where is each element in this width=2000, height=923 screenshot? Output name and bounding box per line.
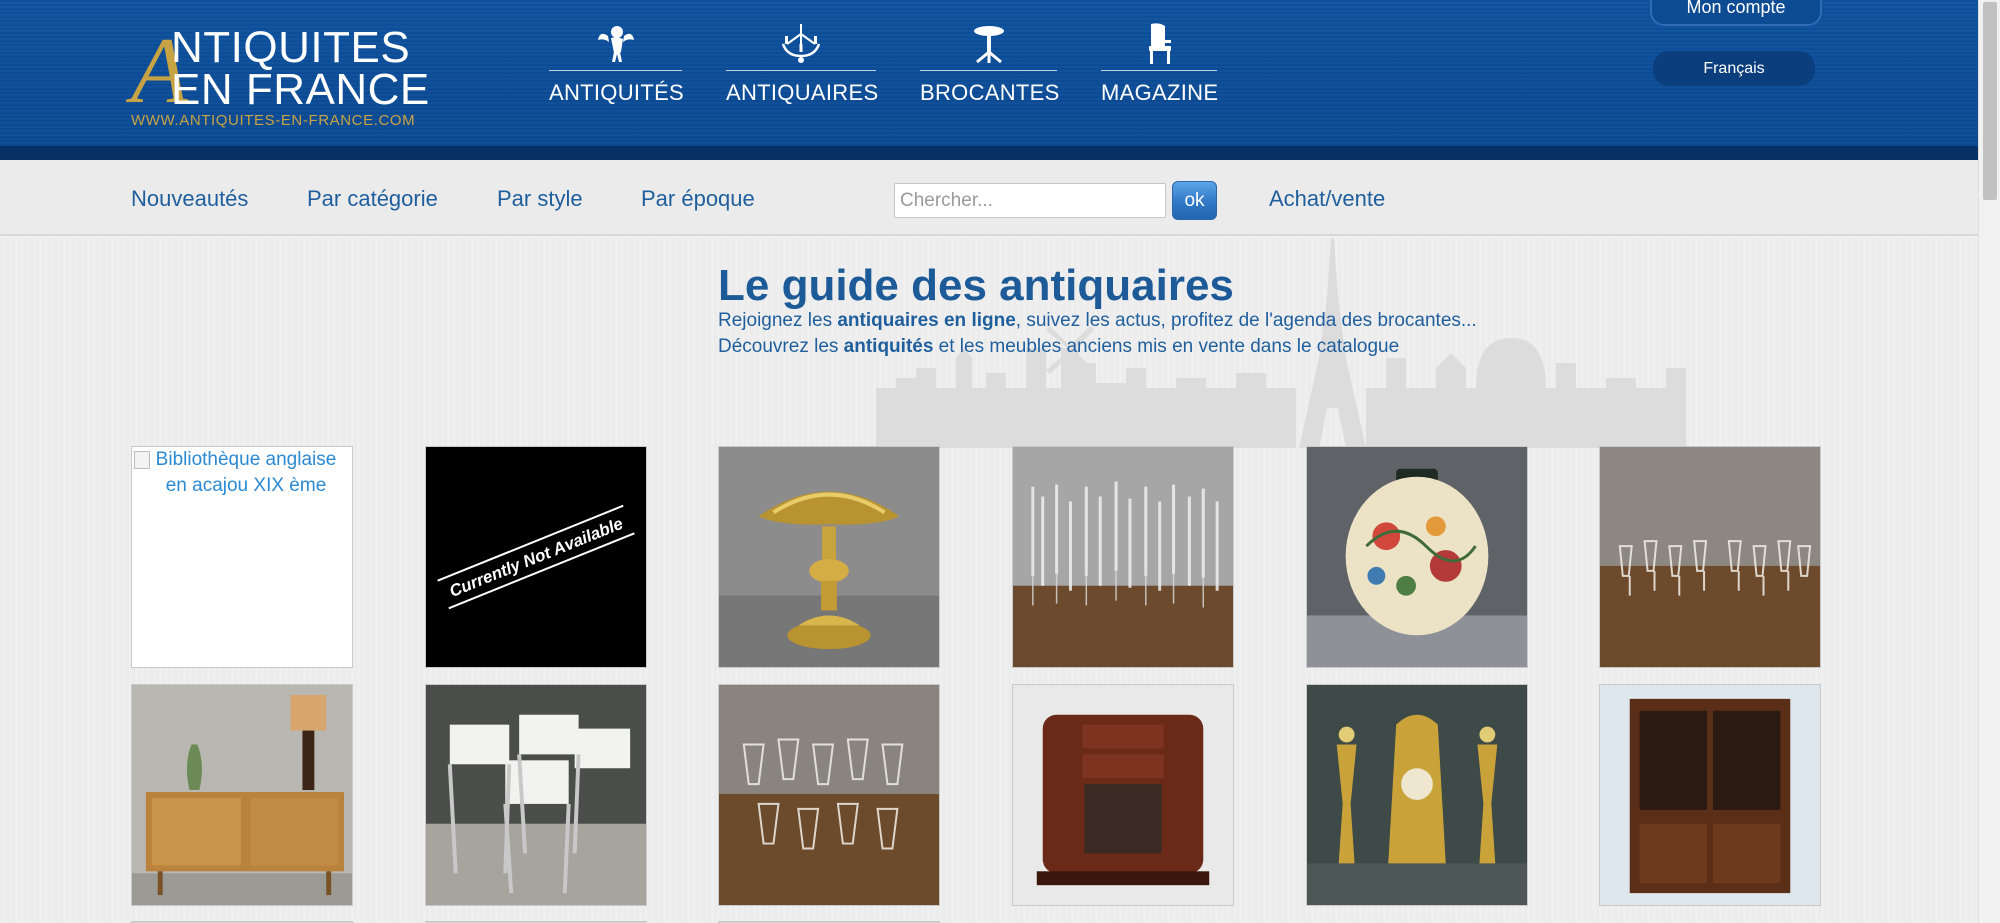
sub-nav-epoque[interactable]: Par époque [641, 186, 755, 212]
product-thumb-champagne-flutes[interactable] [1012, 446, 1234, 668]
language-button[interactable]: Français [1653, 51, 1815, 86]
product-thumb-art-deco-cabinet[interactable] [1012, 684, 1234, 906]
product-thumb-white-chairs[interactable] [425, 684, 647, 906]
site-logo[interactable]: A NTIQUITES EN FRANCE WWW.ANTIQUITES-EN-… [131, 23, 436, 132]
page-scrollbar[interactable] [1978, 0, 2000, 923]
product-thumb-bookcase-cabinet[interactable] [1599, 684, 1821, 906]
product-thumb-bronze-clock-set[interactable] [1306, 684, 1528, 906]
product-thumb-not-available[interactable]: Currently Not Available [425, 446, 647, 668]
guide-intro-line-1: Rejoignez les antiquaires en ligne, suiv… [718, 310, 1477, 331]
sub-nav: Nouveautés Par catégorie Par style Par é… [0, 160, 1978, 236]
white-chairs-image [426, 685, 646, 905]
main-content: Le guide des antiquaires Rejoignez les a… [0, 238, 1978, 923]
sub-nav-categorie[interactable]: Par catégorie [307, 186, 438, 212]
search-input[interactable] [894, 183, 1166, 218]
nav-antiquaires-label: ANTIQUAIRES [726, 80, 879, 105]
bronze-clock-set-image [1307, 685, 1527, 905]
cherub-icon [597, 26, 634, 62]
nav-antiquites[interactable]: ANTIQUITÉS [549, 22, 685, 112]
scrollbar-thumb[interactable] [1983, 2, 1997, 200]
sideboard-image [132, 685, 352, 905]
chair-icon [1149, 23, 1171, 64]
sub-nav-nouveautes[interactable]: Nouveautés [131, 186, 248, 212]
floral-vase-image [1307, 447, 1527, 667]
logo-line-1: NTIQUITES [171, 23, 411, 72]
product-thumb-crystal-glasses[interactable] [1599, 446, 1821, 668]
logo-line-2: EN FRANCE [171, 65, 430, 114]
nav-magazine-label: MAGAZINE [1101, 80, 1219, 105]
guide-intro-line-2: Découvrez les antiquités et les meubles … [718, 336, 1400, 357]
chandelier-icon [781, 24, 821, 63]
art-deco-cabinet-image [1013, 685, 1233, 905]
sub-nav-achat-vente[interactable]: Achat/vente [1269, 186, 1385, 212]
search-ok-button[interactable]: ok [1172, 181, 1217, 220]
brass-lamp-image [719, 447, 939, 667]
champagne-flutes-image [1013, 447, 1233, 667]
nav-antiquaires[interactable]: ANTIQUAIRES [726, 22, 879, 112]
crystal-glasses-2-image [719, 685, 939, 905]
crystal-glasses-image [1600, 447, 1820, 667]
page-title: Le guide des antiquaires [718, 261, 1234, 310]
antiquites-link[interactable]: antiquités [844, 336, 934, 357]
nav-brocantes-label: BROCANTES [920, 80, 1060, 105]
product-thumb-brass-lamp[interactable] [718, 446, 940, 668]
nav-antiquites-label: ANTIQUITÉS [549, 80, 685, 105]
product-thumb-crystal-glasses-2[interactable] [718, 684, 940, 906]
broken-image-alt: Bibliothèque anglaise en acajou XIX ème [134, 447, 346, 499]
bookcase-cabinet-image [1600, 685, 1820, 905]
account-button[interactable]: Mon compte [1650, 0, 1822, 26]
header-bottom-strip [0, 146, 1978, 160]
sub-nav-style[interactable]: Par style [497, 186, 583, 212]
not-available-image: Currently Not Available [426, 447, 646, 667]
product-thumb-sideboard[interactable] [131, 684, 353, 906]
antiquaires-en-ligne-link[interactable]: antiquaires en ligne [837, 310, 1015, 331]
nav-brocantes[interactable]: BROCANTES [920, 22, 1060, 112]
nav-magazine[interactable]: MAGAZINE [1101, 22, 1219, 112]
site-header: A NTIQUITES EN FRANCE WWW.ANTIQUITES-EN-… [0, 0, 1978, 160]
product-thumb-floral-vase[interactable] [1306, 446, 1528, 668]
pedestal-table-icon [973, 26, 1004, 64]
logo-url: WWW.ANTIQUITES-EN-FRANCE.COM [131, 112, 416, 129]
product-thumb-bibliotheque[interactable]: Bibliothèque anglaise en acajou XIX ème [131, 446, 353, 668]
